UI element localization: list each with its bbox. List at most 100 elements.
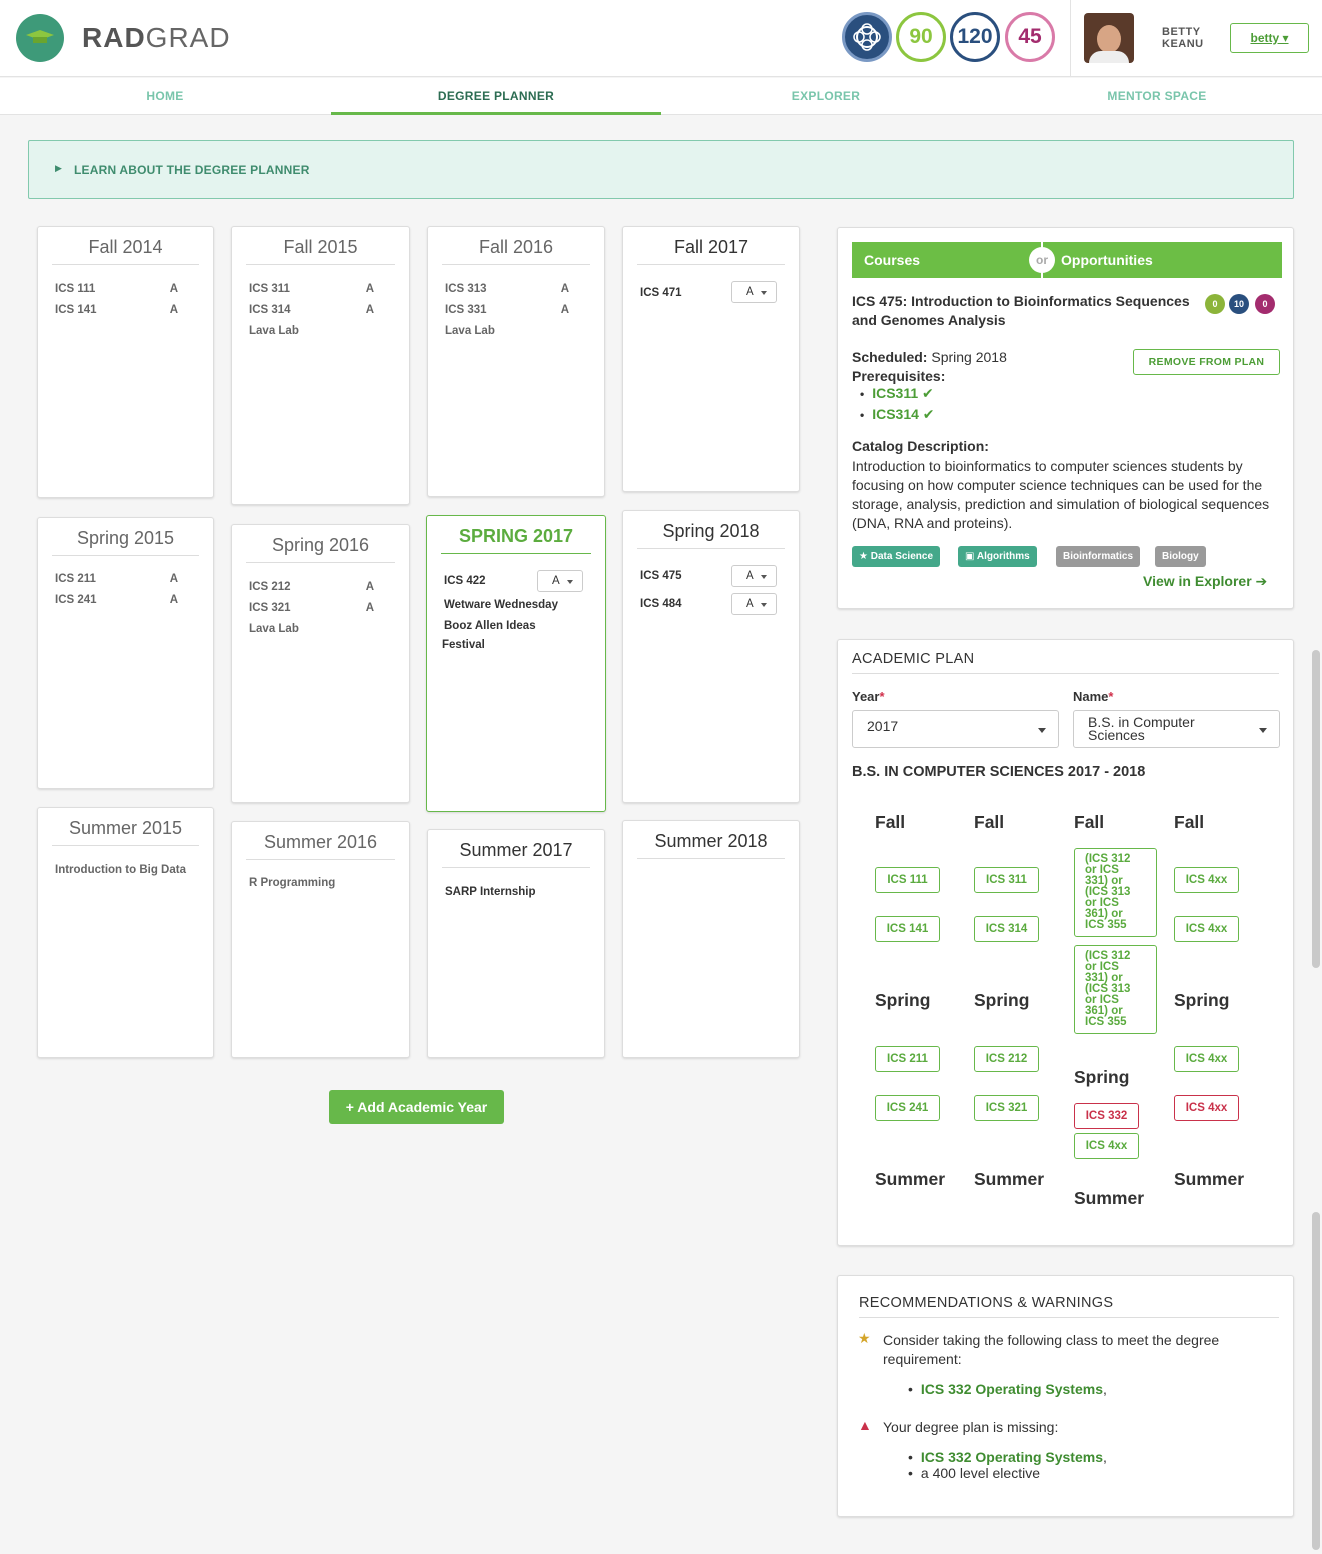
list-item[interactable]: ICS 321 A: [249, 602, 392, 614]
check-icon: ✔: [922, 406, 935, 422]
warning-item[interactable]: • ICS 332 Operating Systems,: [908, 1449, 1107, 1465]
experience-points-badge[interactable]: 45: [1005, 12, 1055, 62]
plan-course[interactable]: ICS 4xx: [1174, 867, 1239, 893]
prerequisite-item[interactable]: • ICS311 ✔: [860, 385, 934, 402]
list-item[interactable]: ICS 241 A: [55, 594, 196, 606]
semester-summer-2017[interactable]: Summer 2017 SARP Internship: [427, 829, 605, 1058]
grade-select[interactable]: A: [731, 593, 777, 615]
scrollbar-thumb[interactable]: [1312, 1212, 1320, 1550]
semester-fall-2014[interactable]: Fall 2014 ICS 111 A ICS 141 A: [37, 226, 214, 498]
plan-course[interactable]: ICS 141: [875, 916, 940, 942]
list-item[interactable]: Lava Lab: [249, 325, 392, 337]
tab-home[interactable]: HOME: [0, 78, 330, 115]
tag-biology[interactable]: Biology: [1155, 546, 1206, 567]
briefcase-icon: ▣: [965, 551, 975, 562]
plan-fall-heading: Fall: [1174, 812, 1205, 832]
semester-spring-2015[interactable]: Spring 2015 ICS 211 A ICS 241 A: [37, 517, 214, 789]
competency-points-badge[interactable]: 120: [950, 12, 1000, 62]
list-item[interactable]: Festival: [442, 639, 588, 651]
plan-course[interactable]: ICS 212: [974, 1046, 1039, 1072]
tag-algorithms[interactable]: ▣ Algorithms: [958, 546, 1037, 567]
list-item[interactable]: Booz Allen Ideas: [444, 620, 588, 632]
list-item[interactable]: R Programming: [249, 877, 392, 889]
name-label: Name*: [1073, 689, 1114, 704]
semester-fall-2016[interactable]: Fall 2016 ICS 313 A ICS 331 A Lava Lab: [427, 226, 605, 497]
academic-plan-panel: ACADEMIC PLAN Year* Name* 2017 B.S. in C…: [837, 639, 1294, 1246]
year-select[interactable]: 2017: [852, 710, 1059, 748]
user-menu-button[interactable]: betty ▾: [1230, 23, 1309, 53]
semester-spring-2018[interactable]: Spring 2018 ICS 475 A ICS 484 A: [622, 510, 800, 803]
plan-spring-heading: Spring: [875, 990, 931, 1010]
prerequisite-item[interactable]: • ICS314 ✔: [860, 406, 935, 423]
plan-course[interactable]: ICS 4xx: [1174, 1046, 1239, 1072]
courses-opportunities-toggle: Courses or Opportunities: [852, 242, 1282, 278]
year-label: Year*: [852, 689, 885, 704]
list-item[interactable]: ICS 314 A: [249, 304, 392, 316]
plan-course[interactable]: ICS 211: [875, 1046, 940, 1072]
radgrad-logo[interactable]: [16, 14, 64, 62]
plan-course[interactable]: ICS 111: [875, 867, 940, 893]
avatar[interactable]: [1084, 13, 1134, 63]
semester-summer-2015[interactable]: Summer 2015 Introduction to Big Data: [37, 807, 214, 1058]
list-item[interactable]: Lava Lab: [249, 623, 392, 635]
list-item[interactable]: ICS 212 A: [249, 581, 392, 593]
grade-select[interactable]: A: [731, 565, 777, 587]
plan-course[interactable]: ICS 241: [875, 1095, 940, 1121]
plan-fall-heading: Fall: [1074, 812, 1105, 832]
remove-from-plan-button[interactable]: REMOVE FROM PLAN: [1133, 349, 1280, 375]
grade-select[interactable]: A: [731, 281, 777, 303]
list-item[interactable]: SARP Internship: [445, 886, 587, 898]
semester-summer-2018[interactable]: Summer 2018: [622, 820, 800, 1058]
academic-plan-heading: ACADEMIC PLAN: [852, 651, 1279, 674]
tag-data-science[interactable]: ★ Data Science: [852, 546, 941, 567]
list-item[interactable]: ICS 111 A: [55, 283, 196, 295]
plan-course[interactable]: ICS 321: [974, 1095, 1039, 1121]
list-item[interactable]: ICS 141 A: [55, 304, 196, 316]
plan-summer-heading: Summer: [1074, 1188, 1145, 1208]
semester-fall-2015[interactable]: Fall 2015 ICS 311 A ICS 314 A Lava Lab: [231, 226, 410, 505]
view-in-explorer-link[interactable]: View in Explorer ➔: [1143, 573, 1267, 590]
semester-fall-2017[interactable]: Fall 2017 ICS 471 A: [622, 226, 800, 492]
plan-course-missing[interactable]: ICS 4xx: [1174, 1095, 1239, 1121]
semester-title: Summer 2016: [246, 832, 395, 860]
semester-title: Spring 2015: [52, 528, 199, 556]
scrollbar-thumb[interactable]: [1312, 650, 1320, 968]
caret-right-icon: ▶: [55, 163, 62, 173]
course-title: ICS 475: Introduction to Bioinformatics …: [852, 293, 1190, 328]
prerequisites-label: Prerequisites:: [852, 368, 946, 384]
tab-courses[interactable]: Courses: [864, 252, 920, 268]
ice-badge-icon[interactable]: [842, 12, 892, 62]
competency-mini-badge: 10: [1229, 294, 1249, 314]
tab-explorer[interactable]: EXPLORER: [661, 78, 991, 115]
course-details-panel: Courses or Opportunities ICS 475: Introd…: [837, 227, 1294, 609]
semester-spring-2017[interactable]: SPRING 2017 ICS 422 A Wetware Wednesday …: [426, 515, 606, 812]
semester-title: Summer 2018: [637, 831, 785, 859]
list-item[interactable]: Introduction to Big Data: [55, 864, 196, 876]
semester-spring-2016[interactable]: Spring 2016 ICS 212 A ICS 321 A Lava Lab: [231, 524, 410, 803]
plan-name-select[interactable]: B.S. in Computer Sciences: [1073, 710, 1280, 748]
add-academic-year-button[interactable]: + Add Academic Year: [329, 1090, 504, 1124]
tab-opportunities[interactable]: Opportunities: [1061, 252, 1153, 268]
list-item[interactable]: Lava Lab: [445, 325, 587, 337]
list-item[interactable]: ICS 313 A: [445, 283, 587, 295]
list-item[interactable]: Wetware Wednesday: [444, 599, 588, 611]
tag-bioinformatics[interactable]: Bioinformatics: [1056, 546, 1141, 567]
list-item[interactable]: ICS 211 A: [55, 573, 196, 585]
learn-accordion[interactable]: ▶ LEARN ABOUT THE DEGREE PLANNER: [28, 140, 1294, 199]
tab-degree-planner[interactable]: DEGREE PLANNER: [331, 78, 661, 115]
plan-course[interactable]: ICS 4xx: [1174, 916, 1239, 942]
plan-course-choice[interactable]: (ICS 312 or ICS 331) or (ICS 313 or ICS 361) …: [1074, 848, 1157, 937]
innovation-points-badge[interactable]: 90: [896, 12, 946, 62]
plan-course-missing[interactable]: ICS 332: [1074, 1103, 1139, 1129]
tab-mentor-space[interactable]: MENTOR SPACE: [992, 78, 1322, 115]
grade-select[interactable]: A: [537, 570, 583, 592]
recommendation-item[interactable]: • ICS 332 Operating Systems,: [908, 1381, 1107, 1397]
plan-course[interactable]: ICS 4xx: [1074, 1133, 1139, 1159]
list-item[interactable]: ICS 311 A: [249, 283, 392, 295]
semester-title: Spring 2016: [246, 535, 395, 563]
list-item[interactable]: ICS 331 A: [445, 304, 587, 316]
plan-course[interactable]: ICS 314: [974, 916, 1039, 942]
plan-course-choice[interactable]: (ICS 312 or ICS 331) or (ICS 313 or ICS 361) …: [1074, 945, 1157, 1034]
plan-course[interactable]: ICS 311: [974, 867, 1039, 893]
semester-summer-2016[interactable]: Summer 2016 R Programming: [231, 821, 410, 1058]
